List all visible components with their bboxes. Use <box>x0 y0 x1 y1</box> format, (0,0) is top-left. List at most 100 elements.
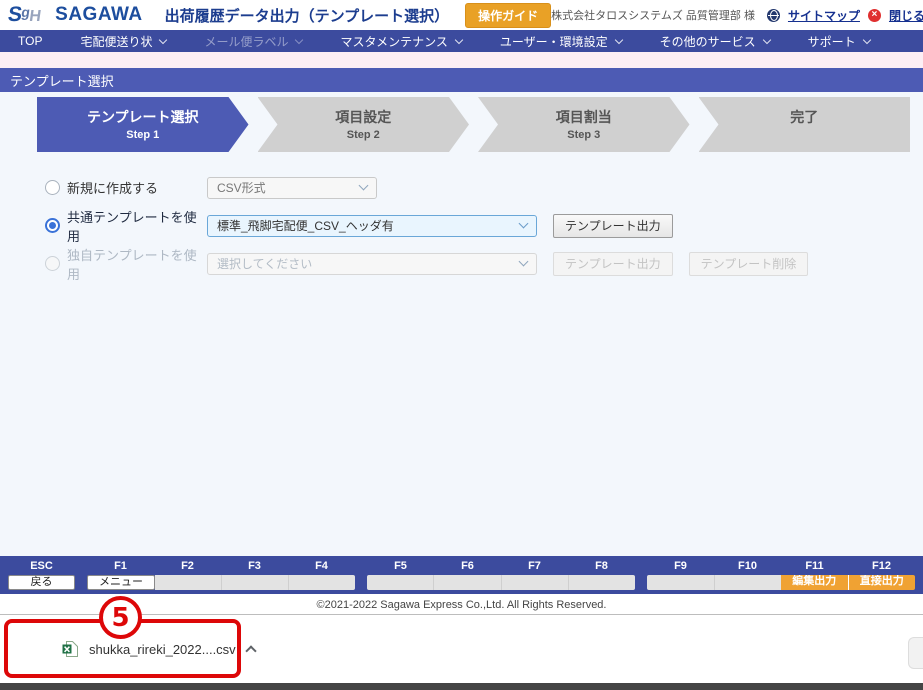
step-subtitle: Step 2 <box>347 129 380 142</box>
nav-item-mailbin-label: メール便ラベル <box>204 33 302 50</box>
form-row-common-template: 共通テンプレートを使用 標準_飛脚宅配便_CSV_ヘッダ有 テンプレート出力 <box>45 214 923 237</box>
common-template-select[interactable]: 標準_飛脚宅配便_CSV_ヘッダ有 <box>207 215 537 237</box>
nav-item-label: ユーザー・環境設定 <box>500 33 608 50</box>
nav-item-label: TOP <box>18 34 42 48</box>
fn-button-f2-empty <box>155 575 221 590</box>
edit-output-button[interactable]: 編集出力 <box>781 575 848 590</box>
fn-key-label-f9: F9 <box>647 558 714 575</box>
format-select: CSV形式 <box>207 177 377 199</box>
fn-key-label-f8: F8 <box>568 558 635 575</box>
wizard-step-template-select: テンプレート選択 Step 1 <box>37 97 249 152</box>
radio-cell: 独自テンプレートを使用 <box>45 245 207 283</box>
nav-item-user-environment-settings[interactable]: ユーザー・環境設定 <box>500 33 622 50</box>
common-template-select-value: 標準_飛脚宅配便_CSV_ヘッダ有 <box>217 217 394 234</box>
fn-group-esc: ESC 戻る <box>8 558 75 594</box>
browser-download-bar: shukka_rireki_2022....csv <box>0 615 923 683</box>
chevron-down-icon <box>519 219 529 229</box>
nav-item-label: 宅配便送り状 <box>80 33 152 50</box>
chevron-down-icon <box>614 35 622 43</box>
close-circle-icon: × <box>868 9 881 22</box>
nav-item-other-services[interactable]: その他のサービス <box>660 33 770 50</box>
nav-item-label: その他のサービス <box>660 33 756 50</box>
fn-groups: ESC 戻る F1 F2 F3 F4 メニュー F5 <box>8 558 915 594</box>
radio-label-own-template: 独自テンプレートを使用 <box>67 245 207 283</box>
template-delete-button-disabled: テンプレート削除 <box>689 252 809 276</box>
chevron-down-icon <box>519 257 529 267</box>
operation-guide-button[interactable]: 操作ガイド <box>465 3 551 28</box>
sitemap-link[interactable]: サイトマップ <box>788 7 860 24</box>
chevron-down-icon <box>295 35 303 43</box>
fn-group-f1-f4: F1 F2 F3 F4 メニュー <box>87 558 355 594</box>
own-template-select: 選択してください <box>207 253 537 275</box>
section-title: テンプレート選択 <box>10 71 114 90</box>
chevron-down-icon <box>359 181 369 191</box>
close-link[interactable]: 閉じる <box>889 7 923 24</box>
wizard-step-complete: 完了 <box>699 97 911 152</box>
fn-button-f8-empty <box>568 575 635 590</box>
page-title: 出荷履歴データ出力（テンプレート選択） <box>165 5 450 26</box>
menu-button[interactable]: メニュー <box>87 575 155 590</box>
radio-cell: 共通テンプレートを使用 <box>45 207 207 245</box>
fn-button-f3-empty <box>221 575 288 590</box>
nav-item-master-maintenance[interactable]: マスタメンテナンス <box>340 33 461 50</box>
copyright-text: ©2021-2022 Sagawa Express Co.,Ltd. All R… <box>317 599 607 611</box>
radio-common-template[interactable] <box>45 218 60 233</box>
download-bar-partial-element[interactable] <box>908 637 923 669</box>
fn-button-f9-empty <box>647 575 714 590</box>
fn-key-label-f2: F2 <box>154 558 221 575</box>
step-wizard: テンプレート選択 Step 1 項目設定 Step 2 項目割当 Step 3 … <box>37 97 910 152</box>
template-output-button[interactable]: テンプレート出力 <box>553 214 673 238</box>
step-title: 完了 <box>790 107 818 127</box>
pink-strip <box>0 52 923 68</box>
nav-item-takuhaibin-invoice[interactable]: 宅配便送り状 <box>80 33 166 50</box>
globe-icon <box>767 9 780 22</box>
radio-cell: 新規に作成する <box>45 178 207 197</box>
step-subtitle: Step 1 <box>126 129 159 142</box>
step-title: 項目割当 <box>556 107 612 127</box>
sgh-logo-icon: SgH <box>6 3 43 27</box>
bottom-edge-strip <box>0 683 923 690</box>
section-title-bar: テンプレート選択 <box>0 68 923 92</box>
fn-key-label-esc: ESC <box>8 558 75 575</box>
fn-button-f4-empty <box>288 575 355 590</box>
back-button[interactable]: 戻る <box>8 575 75 590</box>
nav-item-support[interactable]: サポート <box>808 33 870 50</box>
template-output-button-disabled: テンプレート出力 <box>553 252 673 276</box>
format-select-value: CSV形式 <box>217 179 266 196</box>
direct-output-button[interactable]: 直接出力 <box>848 575 916 590</box>
app-window: SgH SAGAWA 出荷履歴データ出力（テンプレート選択） 操作ガイド 株式会… <box>0 0 923 690</box>
download-file-chip[interactable]: shukka_rireki_2022....csv <box>62 641 255 657</box>
fn-key-label-f4: F4 <box>288 558 355 575</box>
nav-item-label: マスタメンテナンス <box>340 33 447 50</box>
own-template-select-placeholder: 選択してください <box>217 255 312 272</box>
nav-item-label: サポート <box>808 33 856 50</box>
fn-button-f5-empty <box>367 575 433 590</box>
fn-group-f5-f8: F5 F6 F7 F8 <box>367 558 635 594</box>
fn-key-label-f10: F10 <box>714 558 781 575</box>
radio-create-new[interactable] <box>45 180 60 195</box>
nav-item-top[interactable]: TOP <box>18 34 42 48</box>
fn-key-label-f11: F11 <box>781 558 848 575</box>
template-select-form: 新規に作成する CSV形式 共通テンプレートを使用 標準_飛脚宅配便_CSV_ヘ… <box>45 176 923 275</box>
logged-in-user-label: 株式会社タロスシステムズ 品質管理部 様 <box>551 7 755 23</box>
nav-item-label: メール便ラベル <box>204 33 288 50</box>
app-header: SgH SAGAWA 出荷履歴データ出力（テンプレート選択） 操作ガイド 株式会… <box>0 0 923 30</box>
form-row-create-new: 新規に作成する CSV形式 <box>45 176 923 199</box>
fn-group-f9-f12: F9 F10 F11 F12 編集出力 直接出力 <box>647 558 915 594</box>
radio-label-create-new: 新規に作成する <box>67 178 158 197</box>
caret-up-icon[interactable] <box>245 645 256 656</box>
sagawa-logo-text: SAGAWA <box>55 4 142 26</box>
fn-key-label-f6: F6 <box>434 558 501 575</box>
radio-own-template <box>45 256 60 271</box>
download-file-name: shukka_rireki_2022....csv <box>89 642 236 657</box>
wizard-step-item-assignment: 項目割当 Step 3 <box>478 97 690 152</box>
chevron-down-icon <box>862 35 870 43</box>
header-right-cluster: 株式会社タロスシステムズ 品質管理部 様 サイトマップ × 閉じる <box>551 7 923 24</box>
fn-key-label-f1: F1 <box>87 558 154 575</box>
fn-key-label-f7: F7 <box>501 558 568 575</box>
form-row-own-template: 独自テンプレートを使用 選択してください テンプレート出力 テンプレート削除 <box>45 252 923 275</box>
step-subtitle: Step 3 <box>567 129 600 142</box>
wizard-step-item-settings: 項目設定 Step 2 <box>258 97 470 152</box>
radio-dot <box>47 220 58 231</box>
radio-label-common-template: 共通テンプレートを使用 <box>67 207 207 245</box>
